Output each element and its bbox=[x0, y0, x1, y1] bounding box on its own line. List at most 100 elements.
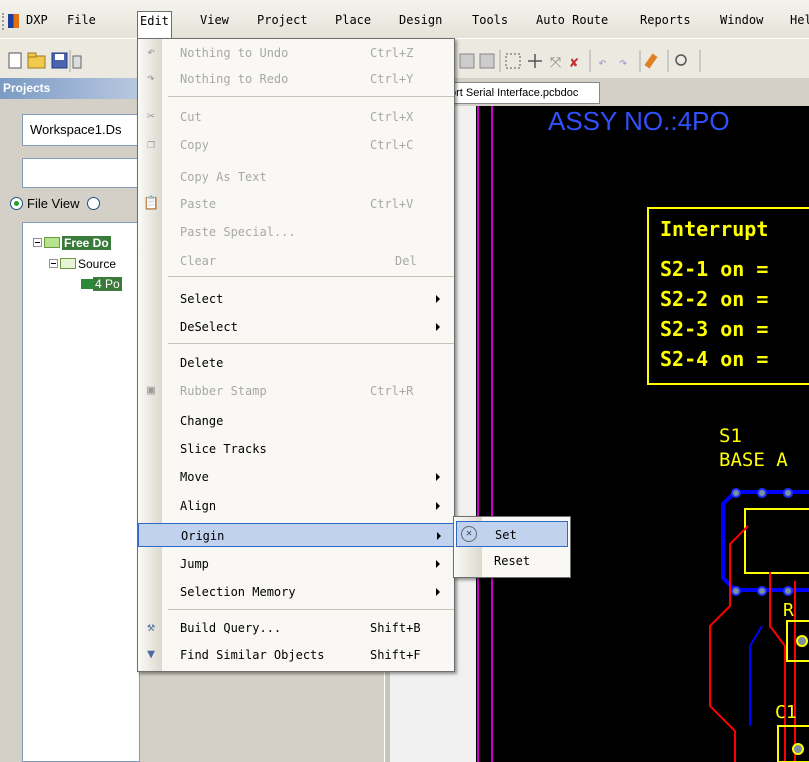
switch-line: S2-4 on = bbox=[660, 347, 768, 371]
menu-tools[interactable]: Tools bbox=[470, 11, 510, 31]
origin-submenu: ✕ Set Reset bbox=[453, 516, 571, 578]
collapse-icon[interactable] bbox=[49, 259, 58, 268]
redo-icon: ↷ bbox=[147, 71, 155, 86]
clipboard-icon[interactable] bbox=[479, 53, 495, 69]
print-icon[interactable] bbox=[72, 55, 82, 69]
menu-item-jump[interactable]: Jump bbox=[138, 552, 454, 576]
menu-project[interactable]: Project bbox=[255, 11, 310, 31]
switch-line: S2-1 on = bbox=[660, 257, 768, 281]
interrupt-title: Interrupt bbox=[660, 217, 768, 241]
menu-auto-route[interactable]: Auto Route bbox=[534, 11, 610, 31]
menu-place[interactable]: Place bbox=[333, 11, 373, 31]
svg-text:↷: ↷ bbox=[619, 55, 628, 71]
submenu-arrow-icon bbox=[436, 473, 440, 481]
origin-set-icon: ✕ bbox=[461, 526, 477, 542]
open-folder-icon[interactable] bbox=[27, 52, 46, 69]
submenu-item-set[interactable]: ✕ Set bbox=[456, 521, 568, 547]
submenu-arrow-icon bbox=[436, 588, 440, 596]
menu-help[interactable]: Hel bbox=[788, 11, 809, 31]
pad bbox=[796, 635, 808, 647]
menu-item-build-query[interactable]: ⚒ Build Query... Shift+B bbox=[138, 616, 454, 640]
new-doc-icon[interactable] bbox=[8, 52, 22, 69]
clear-filter-icon[interactable]: ✘ bbox=[570, 55, 579, 71]
component-outline bbox=[744, 508, 809, 574]
save-icon[interactable] bbox=[51, 52, 68, 69]
submenu-arrow-icon bbox=[437, 532, 441, 540]
menu-view[interactable]: View bbox=[198, 11, 231, 31]
tree-item-pcbdoc[interactable]: 4 Po bbox=[81, 276, 122, 292]
menu-item-paste-special[interactable]: Paste Special... bbox=[138, 220, 454, 244]
document-tab[interactable]: ort Serial Interface.pcbdoc bbox=[445, 82, 600, 104]
edit-menu: ↶ Nothing to Undo Ctrl+Z ↷ Nothing to Re… bbox=[137, 38, 455, 672]
menubar-grip[interactable] bbox=[2, 13, 5, 30]
tree-item-project[interactable]: Free Do bbox=[33, 235, 111, 251]
submenu-arrow-icon bbox=[436, 560, 440, 568]
menu-item-align[interactable]: Align bbox=[138, 494, 454, 518]
menu-item-delete[interactable]: Delete bbox=[138, 351, 454, 375]
structure-view-radio[interactable] bbox=[87, 196, 104, 211]
view-mode-radio-group: File View bbox=[10, 196, 104, 211]
menu-item-clear[interactable]: Clear Del bbox=[138, 249, 454, 273]
menu-item-origin[interactable]: Origin bbox=[138, 523, 454, 547]
menu-edit[interactable]: Edit bbox=[137, 11, 172, 38]
radio-unchecked-icon bbox=[87, 197, 101, 210]
redo-toolbar-icon[interactable]: ↷ bbox=[619, 55, 628, 71]
svg-text:⤧: ⤧ bbox=[550, 55, 561, 71]
select-area-icon[interactable] bbox=[505, 53, 521, 69]
menu-item-change[interactable]: Change bbox=[138, 409, 454, 433]
menu-item-selection-memory[interactable]: Selection Memory bbox=[138, 580, 454, 604]
menu-reports[interactable]: Reports bbox=[638, 11, 693, 31]
menu-item-paste[interactable]: 📋 Paste Ctrl+V bbox=[138, 192, 454, 216]
pcb-document-icon bbox=[81, 279, 93, 289]
submenu-arrow-icon bbox=[436, 323, 440, 331]
menu-item-find-similar[interactable]: ▼ Find Similar Objects Shift+F bbox=[138, 643, 454, 667]
folder-icon bbox=[44, 237, 60, 248]
rubber-stamp-icon: ▣ bbox=[147, 383, 155, 398]
highlighter-icon[interactable] bbox=[644, 53, 658, 69]
tree-item-source[interactable]: Source bbox=[49, 256, 116, 272]
menu-item-copy[interactable]: ❐ Copy Ctrl+C bbox=[138, 133, 454, 157]
svg-text:↶: ↶ bbox=[598, 55, 606, 71]
menu-file[interactable]: File bbox=[65, 11, 98, 31]
menu-separator bbox=[168, 343, 454, 344]
menu-item-select[interactable]: Select bbox=[138, 287, 454, 311]
s1-label: S1 bbox=[719, 425, 742, 447]
assy-text: ASSY NO.:4PO bbox=[548, 106, 730, 136]
move-icon[interactable] bbox=[528, 54, 542, 68]
menu-item-copy-as-text[interactable]: Copy As Text bbox=[138, 165, 454, 189]
submenu-arrow-icon bbox=[436, 295, 440, 303]
menu-item-undo[interactable]: ↶ Nothing to Undo Ctrl+Z bbox=[138, 41, 454, 65]
menu-design[interactable]: Design bbox=[397, 11, 444, 31]
menu-separator bbox=[168, 609, 454, 610]
browse-icon[interactable] bbox=[675, 54, 687, 66]
menu-window[interactable]: Window bbox=[718, 11, 765, 31]
submenu-item-reset[interactable]: Reset bbox=[456, 548, 568, 574]
red-trace bbox=[709, 525, 749, 762]
menu-item-cut[interactable]: ✂ Cut Ctrl+X bbox=[138, 105, 454, 129]
pad bbox=[792, 743, 804, 755]
menu-bar: DXP File Edit View Project Place Design … bbox=[0, 0, 809, 38]
r-label: R bbox=[783, 600, 794, 621]
svg-text:✘: ✘ bbox=[570, 55, 579, 71]
undo-toolbar-icon[interactable]: ↶ bbox=[598, 55, 606, 71]
menu-separator bbox=[168, 96, 454, 97]
workspace-dropdown[interactable]: Workspace1.Ds bbox=[22, 114, 140, 146]
deselect-icon[interactable]: ⤧ bbox=[550, 55, 561, 71]
file-view-radio[interactable]: File View bbox=[10, 196, 80, 211]
menu-item-redo[interactable]: ↷ Nothing to Redo Ctrl+Y bbox=[138, 67, 454, 91]
dxp-logo-icon bbox=[8, 14, 19, 28]
c1-label: C1 bbox=[775, 702, 797, 723]
paste-toolbar-icon[interactable] bbox=[459, 53, 475, 69]
menu-item-slice-tracks[interactable]: Slice Tracks bbox=[138, 437, 454, 461]
radio-checked-icon bbox=[10, 197, 23, 210]
menu-dxp[interactable]: DXP bbox=[24, 11, 50, 31]
menu-item-move[interactable]: Move bbox=[138, 465, 454, 489]
funnel-icon: ▼ bbox=[147, 647, 155, 662]
build-query-icon: ⚒ bbox=[147, 620, 155, 635]
projects-panel-title: Projects bbox=[0, 78, 138, 99]
project-dropdown[interactable] bbox=[22, 158, 140, 188]
menu-item-deselect[interactable]: DeSelect bbox=[138, 315, 454, 339]
collapse-icon[interactable] bbox=[33, 238, 42, 247]
switch-line: S2-3 on = bbox=[660, 317, 768, 341]
menu-item-rubber-stamp[interactable]: ▣ Rubber Stamp Ctrl+R bbox=[138, 379, 454, 403]
